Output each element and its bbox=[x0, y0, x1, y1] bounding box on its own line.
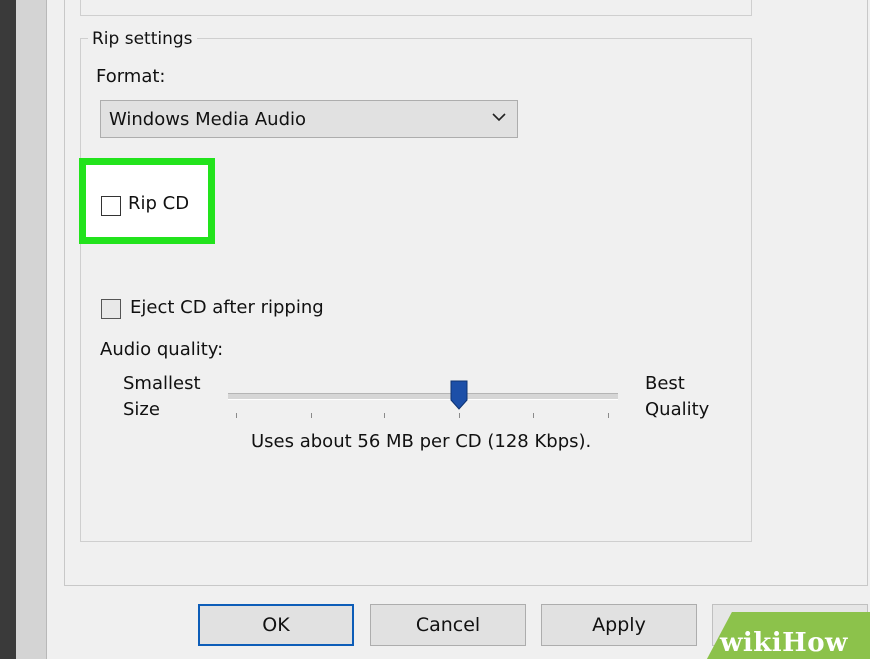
slider-tick bbox=[384, 413, 385, 418]
wikihow-watermark-text: wikiHow bbox=[720, 628, 848, 658]
slider-tick bbox=[533, 413, 534, 418]
rip-cd-label: Rip CD bbox=[128, 193, 190, 214]
slider-tick bbox=[608, 413, 609, 418]
quality-description: Uses about 56 MB per CD (128 Kbps). bbox=[251, 431, 592, 452]
audio-quality-slider-thumb[interactable] bbox=[450, 380, 468, 410]
slider-min-label-line2: Size bbox=[123, 399, 160, 420]
audio-quality-label: Audio quality: bbox=[100, 339, 224, 360]
rip-settings-title: Rip settings bbox=[88, 29, 197, 49]
window-left-border bbox=[16, 0, 47, 659]
format-dropdown-value: Windows Media Audio bbox=[109, 109, 307, 130]
cancel-button[interactable]: Cancel bbox=[370, 604, 526, 646]
slider-tick bbox=[236, 413, 237, 418]
slider-max-label-line2: Quality bbox=[645, 399, 710, 420]
slider-tick bbox=[459, 413, 460, 418]
format-label: Format: bbox=[96, 66, 166, 87]
eject-cd-label: Eject CD after ripping bbox=[130, 297, 324, 318]
audio-quality-slider-track[interactable] bbox=[228, 393, 618, 400]
rip-cd-checkbox[interactable] bbox=[101, 196, 121, 216]
window-left-frame bbox=[0, 0, 16, 659]
slider-max-label-line1: Best bbox=[645, 373, 685, 394]
slider-min-label-line1: Smallest bbox=[123, 373, 201, 394]
apply-button[interactable]: Apply bbox=[541, 604, 697, 646]
slider-tick bbox=[311, 413, 312, 418]
chevron-down-icon bbox=[492, 113, 506, 122]
eject-cd-checkbox[interactable] bbox=[101, 299, 121, 319]
ok-button[interactable]: OK bbox=[198, 604, 354, 646]
format-dropdown[interactable]: Windows Media Audio bbox=[100, 100, 518, 138]
upper-groupbox-edge bbox=[80, 0, 752, 16]
dialog-window: Rip settings Format: Windows Media Audio… bbox=[0, 0, 870, 659]
